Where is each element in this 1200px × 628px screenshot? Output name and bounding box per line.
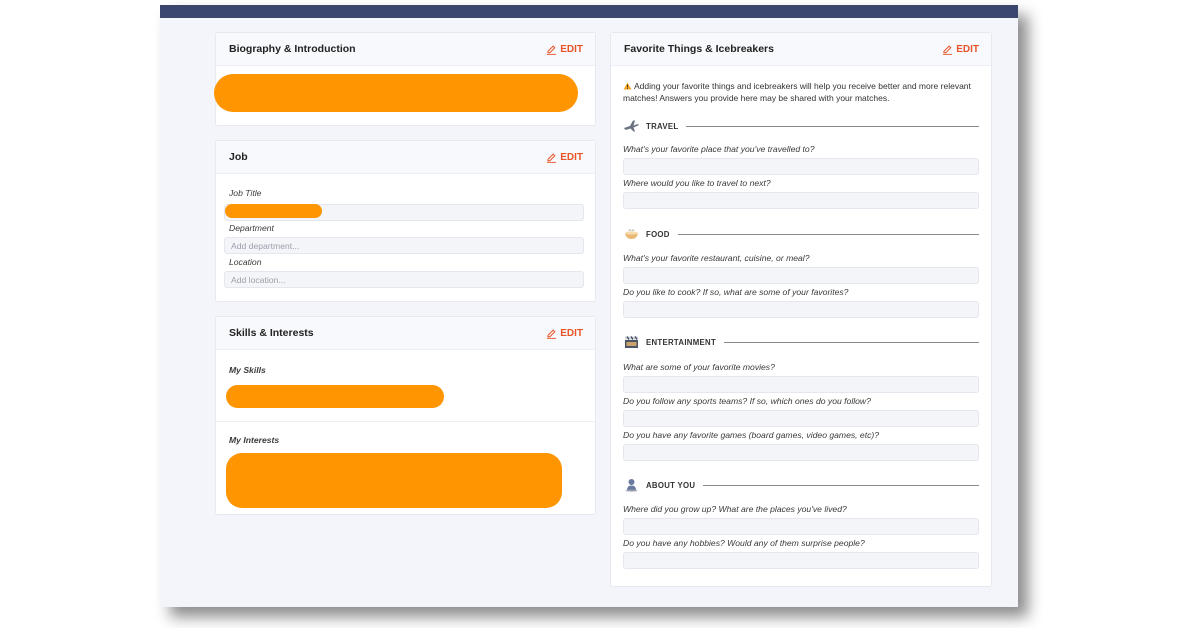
- entertainment-question-1: What are some of your favorite movies?: [623, 362, 775, 372]
- favorites-notice-text: Adding your favorite things and icebreak…: [623, 81, 971, 103]
- about-section-header: ABOUT YOU: [623, 477, 979, 493]
- job-title-label: Job Title: [229, 188, 262, 198]
- top-nav-bar: [160, 5, 1018, 18]
- favorites-card: Favorite Things & Icebreakers EDIT Addin…: [610, 32, 992, 587]
- job-edit-button[interactable]: EDIT: [546, 152, 583, 163]
- app-window: Biography & Introduction EDIT Job EDIT J…: [160, 5, 1018, 607]
- department-field[interactable]: Add department...: [224, 237, 584, 254]
- my-interests-label: My Interests: [229, 435, 280, 445]
- entertainment-answer-1[interactable]: [623, 376, 979, 393]
- favorites-header: Favorite Things & Icebreakers EDIT: [611, 33, 991, 66]
- about-question-2: Do you have any hobbies? Would any of th…: [623, 538, 865, 548]
- redacted-skills: [226, 385, 444, 408]
- about-answer-1[interactable]: [623, 518, 979, 535]
- biography-header: Biography & Introduction EDIT: [216, 33, 595, 66]
- location-field[interactable]: Add location...: [224, 271, 584, 288]
- food-bowl-icon: [623, 227, 640, 241]
- travel-section-header: TRAVEL: [623, 118, 979, 134]
- job-title: Job: [229, 151, 248, 163]
- pencil-icon: [547, 328, 557, 339]
- job-header: Job EDIT: [216, 141, 595, 174]
- favorites-edit-button[interactable]: EDIT: [942, 44, 979, 55]
- location-label: Location: [229, 257, 262, 267]
- travel-question-1: What's your favorite place that you've t…: [623, 144, 815, 154]
- entertainment-question-2: Do you follow any sports teams? If so, w…: [623, 396, 871, 406]
- skills-header: Skills & Interests EDIT: [216, 317, 595, 350]
- redacted-biography: [214, 74, 578, 112]
- job-edit-label: EDIT: [560, 151, 583, 163]
- entertainment-answer-2[interactable]: [623, 410, 979, 427]
- entertainment-question-3: Do you have any favorite games (board ga…: [623, 430, 880, 440]
- entertainment-divider: [724, 341, 979, 343]
- food-section-name: FOOD: [646, 229, 670, 239]
- entertainment-section-name: ENTERTAINMENT: [646, 337, 717, 347]
- pencil-icon: [943, 44, 953, 55]
- department-label: Department: [229, 223, 274, 233]
- redacted-interests: [226, 453, 562, 508]
- person-pin-icon: [623, 478, 640, 492]
- entertainment-section-header: ENTERTAINMENT: [623, 334, 979, 350]
- skills-edit-button[interactable]: EDIT: [546, 328, 583, 339]
- food-answer-1[interactable]: [623, 267, 979, 284]
- warning-icon: [623, 82, 632, 90]
- clapperboard-icon: [623, 335, 640, 349]
- about-divider: [703, 484, 979, 486]
- biography-title: Biography & Introduction: [229, 43, 356, 55]
- about-section-name: ABOUT YOU: [646, 480, 696, 490]
- favorites-title: Favorite Things & Icebreakers: [624, 43, 774, 55]
- redacted-job-title: [225, 204, 322, 218]
- biography-edit-label: EDIT: [560, 43, 583, 55]
- airplane-icon: [623, 119, 640, 133]
- food-section-header: FOOD: [623, 226, 979, 242]
- skills-edit-label: EDIT: [560, 327, 583, 339]
- skills-card: Skills & Interests EDIT My Skills My Int…: [215, 316, 596, 515]
- favorites-edit-label: EDIT: [956, 43, 979, 55]
- about-question-1: Where did you grow up? What are the plac…: [623, 504, 847, 514]
- travel-answer-2[interactable]: [623, 192, 979, 209]
- skills-divider: [216, 421, 595, 422]
- food-question-2: Do you like to cook? If so, what are som…: [623, 287, 849, 297]
- food-question-1: What's your favorite restaurant, cuisine…: [623, 253, 810, 263]
- pencil-icon: [547, 44, 557, 55]
- travel-answer-1[interactable]: [623, 158, 979, 175]
- biography-edit-button[interactable]: EDIT: [546, 44, 583, 55]
- about-answer-2[interactable]: [623, 552, 979, 569]
- food-divider: [677, 233, 979, 235]
- job-card: Job EDIT Job Title Department Add depart…: [215, 140, 596, 302]
- travel-divider: [686, 125, 979, 127]
- biography-card: Biography & Introduction EDIT: [214, 32, 596, 126]
- favorites-notice: Adding your favorite things and icebreak…: [623, 80, 973, 104]
- skills-title: Skills & Interests: [229, 327, 314, 339]
- my-skills-label: My Skills: [229, 365, 266, 375]
- travel-section-name: TRAVEL: [646, 121, 679, 131]
- pencil-icon: [547, 152, 557, 163]
- travel-question-2: Where would you like to travel to next?: [623, 178, 771, 188]
- entertainment-answer-3[interactable]: [623, 444, 979, 461]
- food-answer-2[interactable]: [623, 301, 979, 318]
